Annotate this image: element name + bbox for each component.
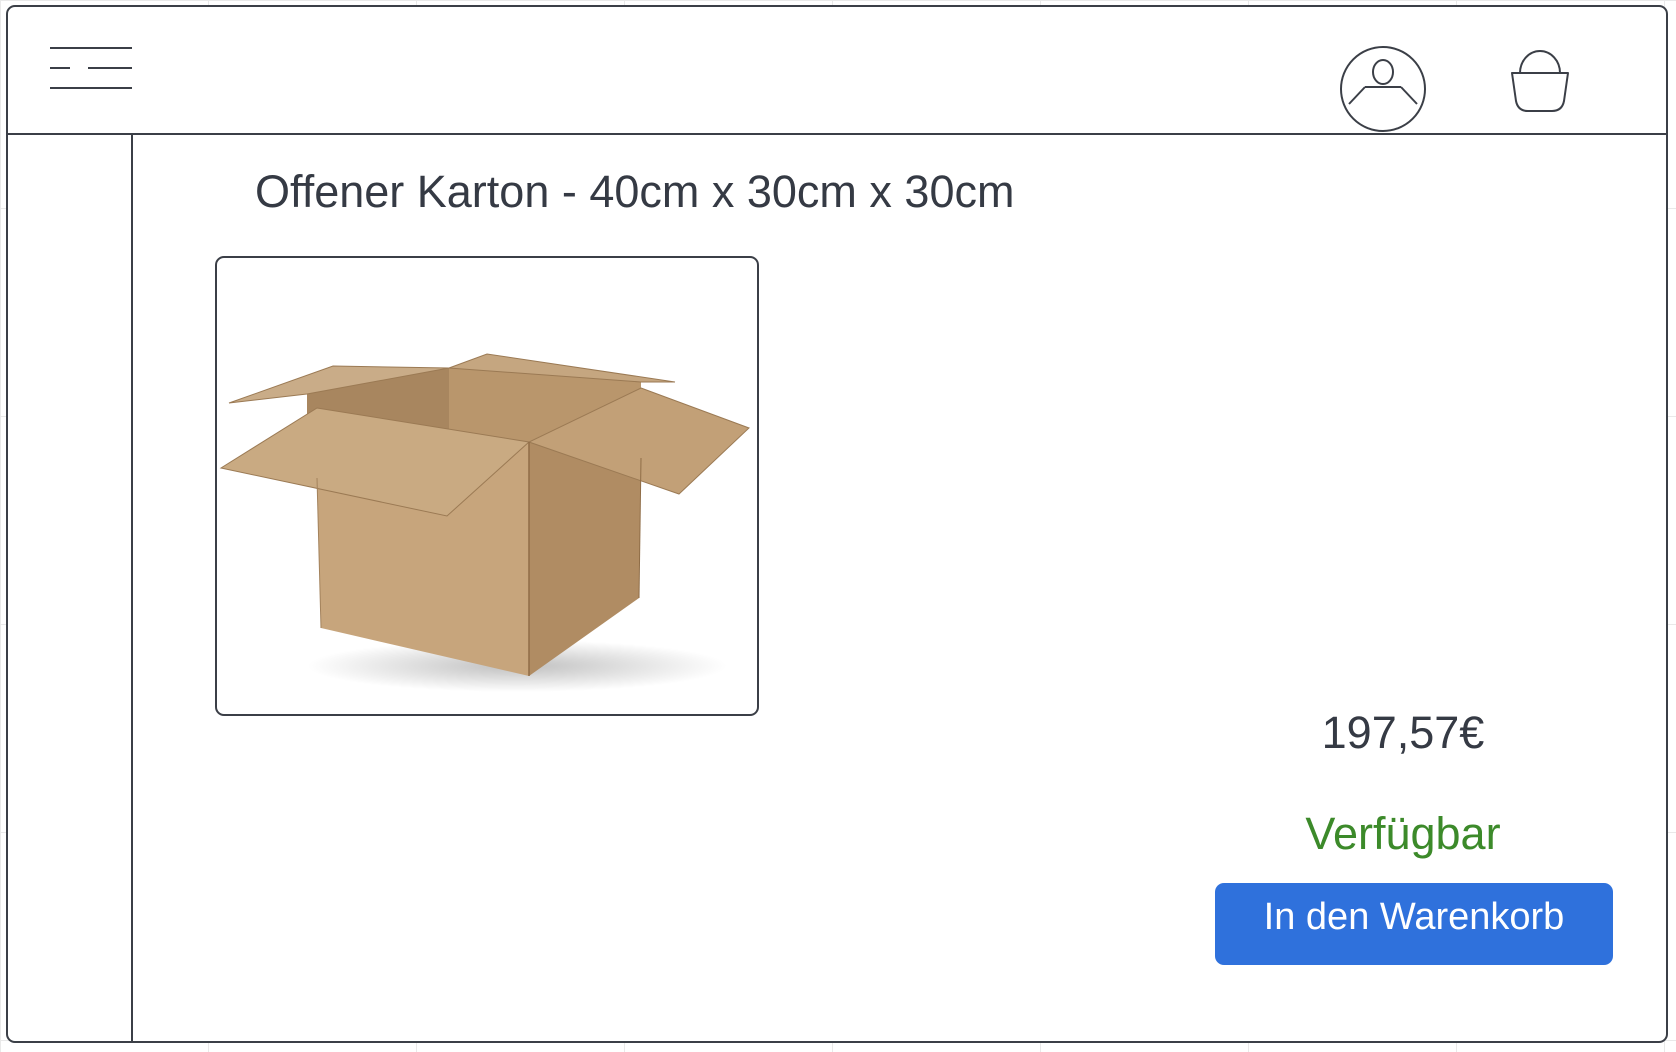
product-title: Offener Karton - 40cm x 30cm x 30cm [255, 166, 1015, 217]
availability-status: Verfügbar [1305, 808, 1501, 859]
browser-frame: Offener Karton - 40cm x 30cm x 30cm 197,… [6, 5, 1668, 1043]
left-sidebar [8, 135, 133, 1041]
top-navigation-bar [8, 7, 1666, 135]
user-account-icon[interactable] [1339, 45, 1427, 133]
product-image [215, 256, 759, 716]
shopping-basket-icon[interactable] [1508, 45, 1572, 113]
hamburger-menu-icon[interactable] [48, 45, 134, 91]
add-to-cart-button[interactable]: In den Warenkorb [1215, 883, 1613, 965]
open-cardboard-box-image [219, 353, 750, 692]
product-price: 197,57€ [1321, 707, 1485, 758]
